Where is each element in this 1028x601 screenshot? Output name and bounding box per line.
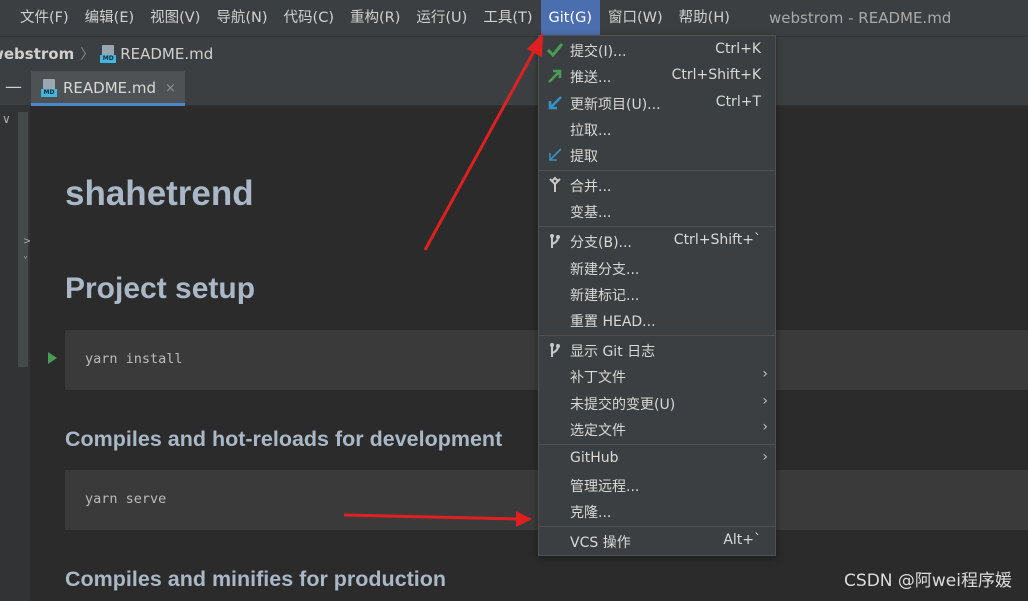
menu-e[interactable]: 编辑(E) [77,0,142,36]
menu-separator [539,170,775,171]
menu-item-manage-remotes[interactable]: 管理远程... [539,472,775,498]
menu-item-update-project[interactable]: 更新项目(U)... Ctrl+T [539,90,775,116]
window-title: webstrom - README.md [769,9,952,27]
chevron-right-icon[interactable]: ˅ [23,256,28,267]
menu-separator [539,526,775,527]
menu-item-new-branch[interactable]: 新建分支... [539,255,775,281]
menu-u[interactable]: 运行(U) [408,0,475,36]
menu-item-branches[interactable]: 分支(B)... Ctrl+Shift+` [539,228,775,254]
breadcrumb-separator-icon: 〉 [80,47,95,63]
heading-dev: Compiles and hot-reloads for development [65,427,503,451]
menu-separator [539,226,775,227]
breadcrumb: webstrom 〉 MD README.md [0,36,1028,72]
merge-icon [549,176,561,192]
menu-item-current-file[interactable]: 选定文件 › [539,416,775,442]
chevron-right-icon: › [762,419,768,435]
menu-items: 文件(F) 编辑(E) 视图(V) 导航(N) 代码(C) 重构(R) 运行(U) 工具(T)… [0,0,738,36]
menu-item-new-tag[interactable]: 新建标记... [539,281,775,307]
heading-title: shahetrend [65,174,254,213]
menu-item-fetch[interactable]: 提取 [539,142,775,168]
chevron-right-icon: › [762,366,768,382]
tab-readme[interactable]: MD README.md × [31,71,185,106]
project-tool-strip: ∨ > ˅ [0,106,31,601]
breadcrumb-file[interactable]: README.md [120,45,213,63]
chevron-right-icon: › [762,449,768,465]
chevron-down-icon[interactable]: ∨ [2,112,11,126]
menu-item-push[interactable]: 推送... Ctrl+Shift+K [539,63,775,89]
branch-icon [550,343,560,357]
menu-item-uncommitted[interactable]: 未提交的变更(U) › [539,390,775,416]
branch-icon [550,234,560,248]
menu-item-show-log[interactable]: 显示 Git 日志 [539,337,775,363]
heading-project-setup: Project setup [65,272,256,305]
markdown-file-icon: MD [100,45,117,63]
menu-h[interactable]: 帮助(H) [671,0,738,36]
run-icon[interactable] [48,352,57,364]
menu-separator [539,444,775,445]
menu-item-vcs-operations[interactable]: VCS 操作 Alt+` [539,528,775,554]
menu-item-merge[interactable]: 合并... [539,172,775,198]
chevron-right-icon: › [762,393,768,409]
tab-label: README.md [63,79,157,97]
code-text: yarn serve [85,491,167,507]
menu-n[interactable]: 导航(N) [208,0,275,36]
close-icon[interactable]: × [165,81,176,96]
menu-w[interactable]: 窗口(W) [600,0,671,36]
code-text: yarn install [85,351,183,367]
fetch-icon [549,148,562,161]
heading-prod: Compiles and minifies for production [65,567,447,591]
watermark: CSDN @阿wei程序媛 [844,571,1012,591]
menu-separator [539,335,775,336]
push-arrow-icon [548,69,562,83]
menu-item-rebase[interactable]: 变基... [539,198,775,224]
menu-r[interactable]: 重构(R) [342,0,408,36]
markdown-file-icon: MD [41,79,57,97]
menu-g[interactable]: Git(G) [540,0,600,36]
collapse-icon[interactable]: — [5,78,22,96]
menu-v[interactable]: 视图(V) [142,0,208,36]
menu-item-pull[interactable]: 拉取... [539,116,775,142]
check-icon [546,43,564,58]
breadcrumb-project[interactable]: webstrom [0,45,74,63]
menu-t[interactable]: 工具(T) [475,0,540,36]
markdown-preview: shahetrend Project setup yarn install Co… [30,106,1028,601]
menu-bar: 文件(F) 编辑(E) 视图(V) 导航(N) 代码(C) 重构(R) 运行(U) 工具(T)… [0,0,1028,36]
editor-tab-bar: — MD README.md × [0,71,1028,106]
git-menu-dropdown: 提交(I)... Ctrl+K 推送... Ctrl+Shift+K 更新项目(U)… [538,35,776,556]
menu-item-patch[interactable]: 补丁文件 › [539,363,775,389]
menu-c[interactable]: 代码(C) [276,0,342,36]
menu-item-commit[interactable]: 提交(I)... Ctrl+K [539,37,775,63]
menu-f[interactable]: 文件(F) [12,0,77,36]
menu-item-clone[interactable]: 克隆... [539,498,775,524]
menu-item-reset-head[interactable]: 重置 HEAD... [539,307,775,333]
menu-item-github[interactable]: GitHub › [539,446,775,472]
update-arrow-icon [548,96,562,110]
